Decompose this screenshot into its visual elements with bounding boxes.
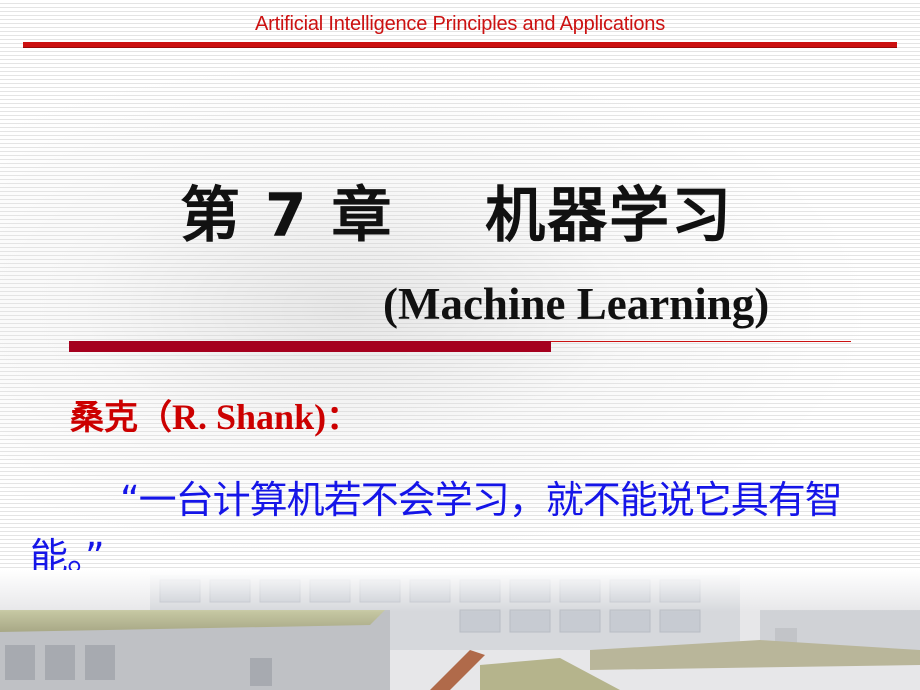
header-divider [23, 42, 897, 47]
speaker-name-zh: 桑克（ [70, 398, 172, 438]
quote-attribution: 桑克（R. Shank)： [70, 390, 360, 439]
course-header-title: Artificial Intelligence Principles and A… [254, 13, 666, 35]
title-divider-thick [69, 341, 551, 352]
speaker-colon: ： [326, 398, 361, 438]
scene-fade [0, 570, 920, 690]
quote-text: “一台计算机若不会学习，就不能说它具有智能。” [30, 478, 843, 579]
title-divider-thin [551, 341, 851, 342]
campus-buildings-image [0, 570, 920, 690]
speaker-name-en: R. Shank) [172, 397, 327, 437]
chapter-subtitle: (Machine Learning) [383, 279, 770, 329]
chapter-title: 第 7 章 机器学习 [180, 181, 734, 251]
